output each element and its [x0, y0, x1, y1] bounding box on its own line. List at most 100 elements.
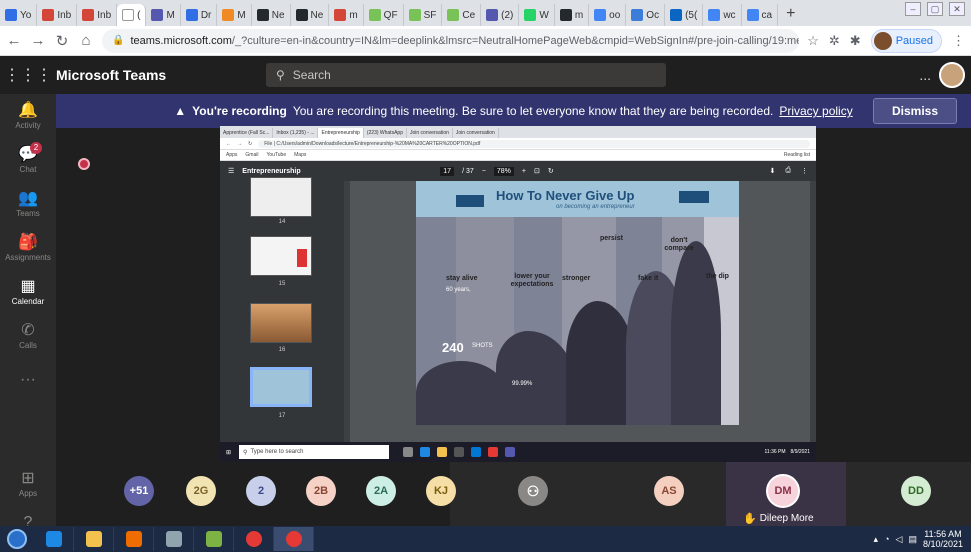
browser-tab[interactable]: Ne: [291, 4, 330, 26]
speaker-name-label: ✋ Dileep More: [743, 512, 814, 525]
extension-icon[interactable]: ✲: [829, 33, 840, 49]
browser-tab[interactable]: (: [117, 4, 147, 26]
browser-tab[interactable]: Ce: [442, 4, 482, 26]
browser-tab[interactable]: m: [555, 4, 590, 26]
puzzle-icon[interactable]: ✱: [850, 33, 861, 49]
gmail-icon: [82, 9, 95, 21]
taskbar-app[interactable]: [154, 527, 194, 551]
shared-search-icon: ⚲: [243, 449, 248, 456]
rail-item-calls[interactable]: ✆ Calls: [0, 314, 56, 358]
participant-avatar[interactable]: 2G: [186, 476, 216, 506]
app-launcher-icon[interactable]: ⋮⋮⋮: [0, 65, 56, 85]
shared-tab: Inbox (1,235) - ...: [273, 128, 319, 138]
chrome-icon: [285, 531, 302, 547]
browser-tab[interactable]: ca: [742, 4, 779, 26]
reload-icon[interactable]: ↻: [54, 32, 70, 50]
tray-network-icon[interactable]: ◔: [884, 534, 889, 544]
browser-tab-label: (5(: [685, 9, 698, 21]
taskbar-app[interactable]: [194, 527, 234, 551]
pdf-print-icon: ⎙: [785, 167, 791, 174]
pdf-thumbnail-selected: [250, 367, 312, 407]
minimize-button[interactable]: –: [905, 2, 921, 16]
browser-tab[interactable]: m: [329, 4, 364, 26]
back-icon[interactable]: ←: [6, 32, 22, 49]
browser-tab[interactable]: QF: [364, 4, 404, 26]
more-options-icon[interactable]: ...: [919, 67, 931, 83]
bookmark-star-icon[interactable]: ☆: [807, 33, 819, 49]
taskbar-app[interactable]: [274, 527, 314, 551]
browser-tab[interactable]: wc: [703, 4, 742, 26]
shared-windows-taskbar: ⊞ ⚲ Type here to search 11:36 PM 8/9/202…: [220, 442, 816, 462]
new-tab-button[interactable]: +: [778, 4, 803, 26]
rail-item-label: Assignments: [5, 252, 51, 262]
close-window-button[interactable]: ✕: [949, 2, 965, 16]
participant-avatar[interactable]: AS: [654, 476, 684, 506]
forward-icon[interactable]: →: [30, 32, 46, 49]
browser-tab[interactable]: (2): [481, 4, 520, 26]
taskbar-app[interactable]: [34, 527, 74, 551]
tray-volume-icon[interactable]: ◁: [896, 534, 903, 545]
browser-tab[interactable]: M: [217, 4, 252, 26]
participant-avatar[interactable]: 2B: [306, 476, 336, 506]
participant-avatar[interactable]: DD: [901, 476, 931, 506]
participant-avatar[interactable]: +51: [124, 476, 154, 506]
rail-item-chat[interactable]: 💬 Chat 2: [0, 138, 56, 182]
privacy-policy-link[interactable]: Privacy policy: [779, 104, 852, 118]
url-field[interactable]: 🔒 teams.microsoft.com/_?culture=en-in&co…: [102, 28, 800, 53]
home-icon[interactable]: ⌂: [78, 32, 94, 49]
browser-tab[interactable]: M: [146, 4, 181, 26]
participant-avatar[interactable]: 2: [246, 476, 276, 506]
browser-tab[interactable]: Dr: [181, 4, 218, 26]
dismiss-button[interactable]: Dismiss: [872, 98, 957, 124]
maximize-button[interactable]: ▢: [927, 2, 943, 16]
browser-tab[interactable]: Inb: [77, 4, 118, 26]
shared-tab: Join conversation: [453, 128, 499, 138]
browser-tab[interactable]: oo: [589, 4, 627, 26]
shared-chrome-icon: [488, 447, 499, 457]
android-icon: [408, 9, 421, 21]
participant-avatar-placeholder[interactable]: ⚇: [518, 476, 548, 506]
participant-avatar[interactable]: DM: [766, 474, 800, 508]
page-step: don't compare: [664, 237, 694, 252]
taskbar-app[interactable]: [234, 527, 274, 551]
shared-tab: Join conversation: [407, 128, 453, 138]
app-title: Microsoft Teams: [56, 67, 167, 83]
page-subtitle: on becoming an entrepreneur: [556, 204, 635, 210]
participant-avatar[interactable]: 2A: [366, 476, 396, 506]
rail-item-assignments[interactable]: 🎒 Assignments: [0, 226, 56, 270]
recording-banner: ▲ You're recording You are recording thi…: [56, 94, 971, 128]
browser-tab[interactable]: Yo: [0, 4, 38, 26]
browser-tab[interactable]: Inb: [37, 4, 78, 26]
pdf-zoom-out-icon: −: [481, 167, 486, 175]
search-input[interactable]: ⚲ Search: [266, 63, 666, 87]
rail-item-calendar[interactable]: ▦ Calendar: [0, 270, 56, 314]
browser-tab-label: SF: [423, 9, 437, 21]
person-icon: ⚇: [526, 482, 540, 499]
rail-item-activity[interactable]: 🔔 Activity: [0, 94, 56, 138]
rail-item-apps[interactable]: ⊞ Apps: [0, 462, 56, 506]
pdf-more-icon: ⋮: [801, 168, 808, 175]
page-step: stronger: [562, 275, 591, 282]
tray-arrow-icon[interactable]: ▴: [874, 534, 879, 545]
browser-tab[interactable]: Ne: [252, 4, 291, 26]
start-button[interactable]: [0, 526, 34, 552]
app-rail: 🔔 Activity 💬 Chat 2 👥 Teams 🎒 Assignments ▦ Calend…: [0, 94, 56, 542]
pdf-menu-icon: ☰: [228, 168, 235, 175]
tray-action-icon[interactable]: ▤: [908, 534, 917, 545]
rail-item-teams[interactable]: 👥 Teams: [0, 182, 56, 226]
participant-avatar[interactable]: KJ: [426, 476, 456, 506]
user-avatar[interactable]: [939, 62, 965, 88]
system-clock[interactable]: 11:56 AM 8/10/2021: [923, 529, 963, 550]
profile-paused-button[interactable]: Paused: [870, 28, 942, 53]
taskbar-app[interactable]: [74, 527, 114, 551]
browser-tab[interactable]: W: [519, 4, 555, 26]
taskbar-app[interactable]: [114, 527, 154, 551]
shared-folder-icon: [437, 447, 448, 457]
browser-tab[interactable]: SF: [404, 4, 443, 26]
browser-tab[interactable]: (5(: [665, 4, 704, 26]
browser-tab[interactable]: Oc: [626, 4, 666, 26]
shared-forward-icon: →: [237, 140, 242, 147]
browser-menu-icon[interactable]: ⋮: [952, 33, 965, 49]
rail-item-[interactable]: ···: [0, 358, 56, 402]
shared-bookmark: YouTube: [266, 152, 287, 158]
